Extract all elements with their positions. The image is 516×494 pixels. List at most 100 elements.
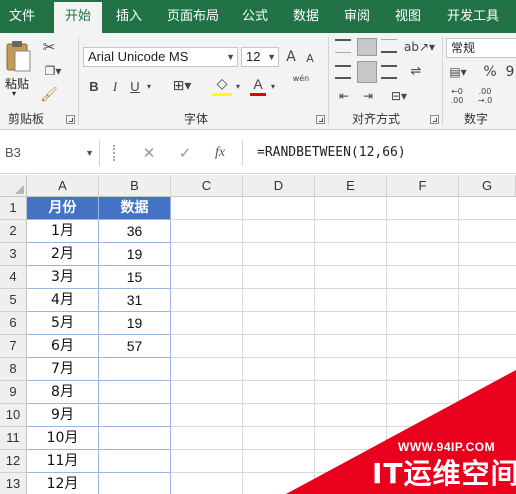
value-cell[interactable] — [99, 381, 171, 404]
increase-indent-icon[interactable]: ⇥ — [359, 87, 377, 105]
value-cell[interactable] — [99, 450, 171, 473]
column-header-c[interactable]: C — [171, 175, 243, 197]
align-top-icon[interactable] — [335, 39, 351, 53]
wrap-text-icon[interactable]: ⇌ — [406, 63, 426, 81]
row-header-5[interactable]: 5 — [0, 289, 27, 312]
value-cell[interactable] — [99, 427, 171, 450]
number-format-combo[interactable]: 常规 — [446, 38, 516, 58]
column-header-e[interactable]: E — [315, 175, 387, 197]
tab-review[interactable]: 审阅 — [337, 0, 377, 33]
format-painter-icon[interactable]: 🖌 — [40, 86, 58, 104]
row-header-7[interactable]: 7 — [0, 335, 27, 358]
month-cell[interactable]: 9月 — [27, 404, 99, 427]
value-cell[interactable] — [99, 358, 171, 381]
align-right-icon[interactable] — [381, 65, 397, 79]
clipboard-launcher-icon[interactable] — [66, 115, 75, 124]
chevron-down-icon[interactable]: ▾ — [268, 78, 278, 96]
value-cell[interactable] — [99, 473, 171, 494]
column-header-g[interactable]: G — [459, 175, 516, 197]
value-cell[interactable]: 15 — [99, 266, 171, 289]
tab-file[interactable]: 文件 — [0, 0, 44, 33]
cut-icon[interactable]: ✂ — [40, 38, 58, 56]
tab-data[interactable]: 数据 — [286, 0, 326, 33]
month-cell[interactable]: 3月 — [27, 266, 99, 289]
value-cell[interactable]: 31 — [99, 289, 171, 312]
formula-bar-grip-icon[interactable] — [113, 145, 117, 161]
formula-input[interactable]: =RANDBETWEEN(12,66) — [242, 140, 516, 166]
comma-style-icon[interactable]: 9 — [504, 63, 516, 81]
enter-button[interactable]: ✓ — [174, 140, 196, 166]
font-name-combo[interactable]: Arial Unicode MS ▼ — [83, 47, 238, 67]
chevron-down-icon[interactable]: ▾ — [233, 78, 243, 96]
row-header-8[interactable]: 8 — [0, 358, 27, 381]
align-bottom-icon[interactable] — [381, 39, 397, 53]
row-header-1[interactable]: 1 — [0, 197, 27, 220]
column-header-d[interactable]: D — [243, 175, 315, 197]
value-cell[interactable]: 19 — [99, 312, 171, 335]
month-cell[interactable]: 6月 — [27, 335, 99, 358]
alignment-launcher-icon[interactable] — [430, 115, 439, 124]
decrease-indent-icon[interactable]: ⇤ — [335, 87, 353, 105]
chevron-down-icon[interactable]: ▾ — [144, 78, 154, 96]
decrease-font-size-icon[interactable]: A — [304, 50, 316, 68]
tab-formulas[interactable]: 公式 — [236, 0, 274, 33]
row-header-12[interactable]: 12 — [0, 450, 27, 473]
column-header-b[interactable]: B — [99, 175, 171, 197]
column-header-f[interactable]: F — [387, 175, 459, 197]
value-cell[interactable]: 19 — [99, 243, 171, 266]
increase-font-size-icon[interactable]: A — [284, 48, 298, 66]
row-header-9[interactable]: 9 — [0, 381, 27, 404]
row-header-11[interactable]: 11 — [0, 427, 27, 450]
underline-button[interactable]: U — [127, 78, 143, 96]
align-center-icon[interactable] — [357, 61, 377, 83]
italic-button[interactable]: I — [107, 78, 123, 96]
table-header-value[interactable]: 数据 — [99, 197, 171, 220]
month-cell[interactable]: 8月 — [27, 381, 99, 404]
tab-view[interactable]: 视图 — [388, 0, 428, 33]
insert-function-button[interactable]: fx — [208, 140, 232, 166]
month-cell[interactable]: 10月 — [27, 427, 99, 450]
align-left-icon[interactable] — [335, 65, 351, 79]
cancel-button[interactable]: ✕ — [138, 140, 160, 166]
month-cell[interactable]: 4月 — [27, 289, 99, 312]
month-cell[interactable]: 7月 — [27, 358, 99, 381]
tab-developer[interactable]: 开发工具 — [440, 0, 506, 33]
font-launcher-icon[interactable] — [316, 115, 325, 124]
fill-color-icon[interactable]: ◇ — [212, 75, 232, 96]
row-header-3[interactable]: 3 — [0, 243, 27, 266]
select-all-corner[interactable] — [0, 175, 27, 197]
orientation-icon[interactable]: ab↗▾ — [404, 38, 435, 56]
value-cell[interactable]: 57 — [99, 335, 171, 358]
month-cell[interactable]: 12月 — [27, 473, 99, 494]
percent-style-icon[interactable]: % — [482, 63, 498, 81]
currency-icon[interactable]: ▤▾ — [448, 63, 468, 81]
column-header-a[interactable]: A — [27, 175, 99, 197]
merge-center-icon[interactable]: ⊟▾ — [386, 87, 412, 105]
row-header-13[interactable]: 13 — [0, 473, 27, 494]
name-box[interactable]: B3 ▼ — [0, 140, 100, 166]
month-cell[interactable]: 2月 — [27, 243, 99, 266]
table-header-month[interactable]: 月份 — [27, 197, 99, 220]
borders-icon[interactable]: ⊞▾ — [169, 77, 195, 95]
row-header-6[interactable]: 6 — [0, 312, 27, 335]
tab-home[interactable]: 开始 — [54, 2, 102, 33]
bold-button[interactable]: B — [86, 78, 102, 96]
row-header-10[interactable]: 10 — [0, 404, 27, 427]
increase-decimal-icon[interactable]: ←0.00 — [446, 87, 468, 105]
month-cell[interactable]: 11月 — [27, 450, 99, 473]
row-header-4[interactable]: 4 — [0, 266, 27, 289]
value-cell[interactable]: 36 — [99, 220, 171, 243]
tab-insert[interactable]: 插入 — [108, 0, 150, 33]
value-cell[interactable] — [99, 404, 171, 427]
month-cell[interactable]: 1月 — [27, 220, 99, 243]
tab-page-layout[interactable]: 页面布局 — [162, 0, 224, 33]
paste-button[interactable]: 粘贴 ▾ — [2, 37, 32, 99]
month-cell[interactable]: 5月 — [27, 312, 99, 335]
copy-icon[interactable]: ❐▾ — [40, 62, 66, 80]
row-header-2[interactable]: 2 — [0, 220, 27, 243]
font-size-combo[interactable]: 12 ▼ — [241, 47, 279, 67]
font-color-icon[interactable]: A — [250, 75, 266, 96]
align-middle-icon[interactable] — [357, 38, 377, 56]
decrease-decimal-icon[interactable]: .00 →.0 — [474, 87, 496, 105]
phonetic-guide-icon[interactable]: wén — [290, 74, 312, 84]
